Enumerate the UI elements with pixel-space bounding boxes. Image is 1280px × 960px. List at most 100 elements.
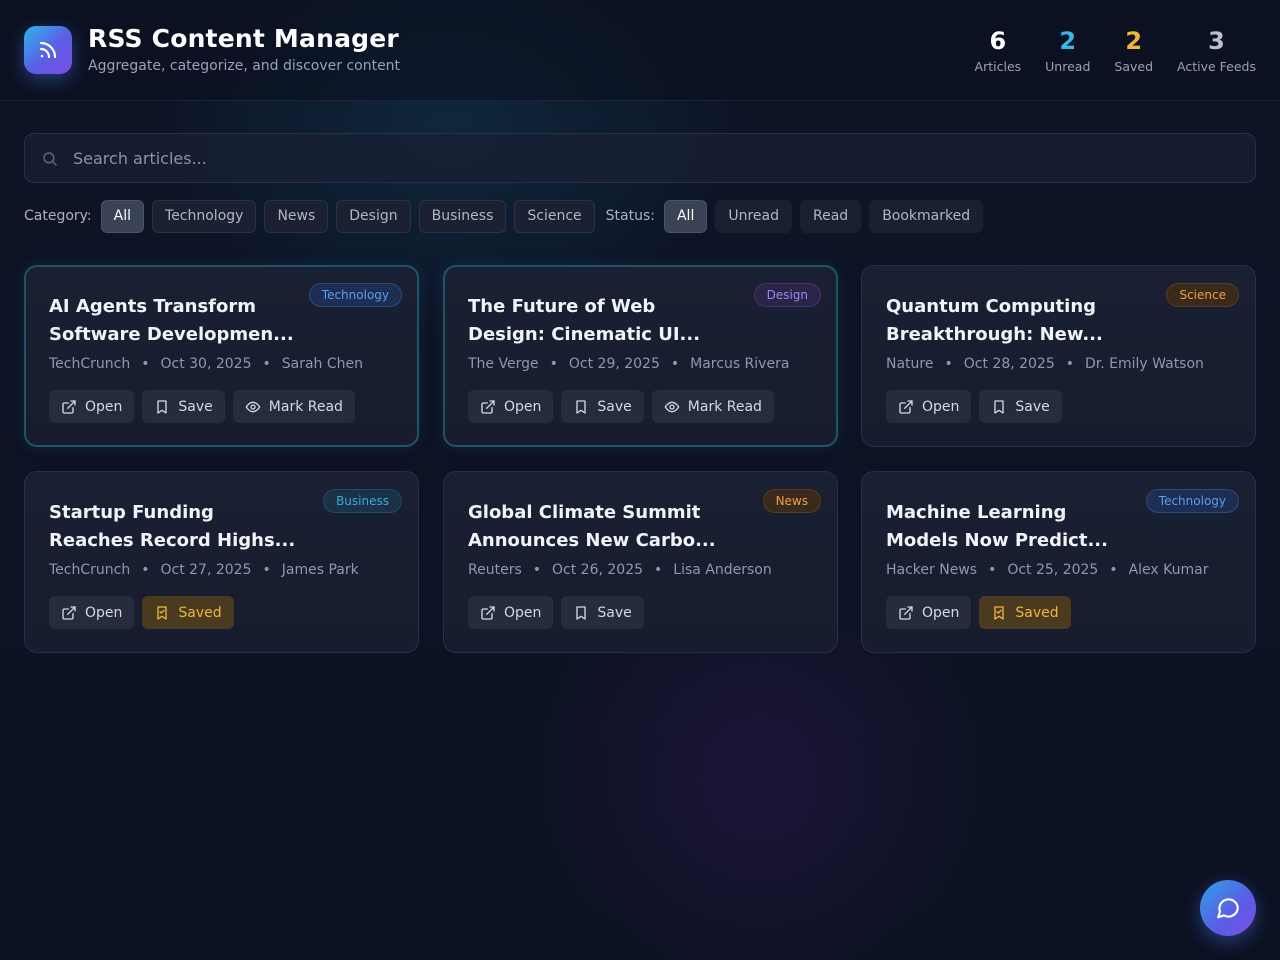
open-button[interactable]: Open (886, 390, 972, 423)
status-chip-bookmarked[interactable]: Bookmarked (869, 199, 984, 233)
article-title: Startup Funding Reaches Record Highs... (49, 499, 309, 555)
save-button[interactable]: Save (561, 596, 644, 629)
article-actions: Open Save Mark Read (468, 390, 774, 423)
category-badge: News (762, 489, 821, 513)
open-button[interactable]: Open (49, 390, 135, 423)
search-bar (24, 133, 1256, 183)
article-title-line: Reaches Record Highs... (49, 530, 296, 551)
bookmark-icon (576, 399, 587, 414)
article-card[interactable]: Quantum Computing Breakthrough: New... S… (861, 265, 1256, 447)
rss-icon (39, 41, 57, 59)
article-card[interactable]: Startup Funding Reaches Record Highs... … (24, 471, 419, 653)
eye-icon (245, 401, 261, 412)
chat-button[interactable] (1200, 880, 1256, 936)
article-title: Quantum Computing Breakthrough: New... (886, 293, 1146, 349)
article-meta: Nature • Oct 28, 2025 • Dr. Emily Watson (886, 356, 1204, 372)
stat-label: Saved (1114, 59, 1154, 74)
category-badge: Technology (308, 283, 402, 307)
article-title-line: Design: Cinematic UI... (468, 324, 701, 345)
article-source: TechCrunch (49, 356, 131, 372)
article-card[interactable]: AI Agents Transform Software Developmen.… (24, 265, 419, 447)
article-title-line: The Future of Web (468, 296, 656, 317)
app-title: RSS Content Manager (88, 24, 399, 53)
save-button-label: Save (178, 398, 213, 415)
bookmark-icon (576, 605, 587, 620)
app-logo (24, 26, 72, 74)
status-chip-read[interactable]: Read (800, 199, 862, 233)
stat-articles: 6 Articles (975, 26, 1022, 74)
stat-label: Unread (1045, 59, 1091, 74)
article-card[interactable]: Machine Learning Models Now Predict... T… (861, 471, 1256, 653)
article-author: Lisa Anderson (673, 562, 772, 578)
article-author: James Park (281, 562, 359, 578)
article-source: TechCrunch (49, 562, 131, 578)
open-button-label: Open (504, 398, 542, 415)
category-chip-news[interactable]: News (264, 199, 329, 233)
open-button-label: Open (922, 398, 960, 415)
stat-active-feeds: 3 Active Feeds (1177, 26, 1256, 74)
save-button-label: Save (1015, 398, 1050, 415)
article-card[interactable]: The Future of Web Design: Cinematic UI..… (443, 265, 838, 447)
article-author: Marcus Rivera (690, 356, 790, 372)
external-link-icon (899, 605, 913, 620)
category-badge: Business (323, 489, 402, 513)
article-source: Reuters (468, 562, 522, 578)
category-chip-all[interactable]: All (100, 199, 145, 233)
article-author: Dr. Emily Watson (1085, 356, 1204, 372)
category-chip-business[interactable]: Business (418, 199, 507, 233)
article-source: Hacker News (886, 562, 978, 578)
article-title-line: Startup Funding (49, 502, 214, 523)
open-button-label: Open (922, 604, 960, 621)
article-meta: Hacker News • Oct 25, 2025 • Alex Kumar (886, 562, 1209, 578)
category-chip-design[interactable]: Design (336, 199, 411, 233)
article-meta: Reuters • Oct 26, 2025 • Lisa Anderson (468, 562, 772, 578)
stats-panel: 6 Articles 2 Unread 2 Saved 3 Active Fee… (975, 26, 1256, 74)
status-chip-all[interactable]: All (663, 199, 708, 233)
article-date: Oct 28, 2025 (963, 356, 1055, 372)
eye-icon (664, 401, 680, 412)
chat-bubble-icon (1217, 898, 1239, 919)
saved-button[interactable]: Saved (142, 596, 234, 629)
article-actions: Open Saved (886, 596, 1071, 629)
saved-button[interactable]: Saved (979, 596, 1071, 629)
article-title-line: Models Now Predict... (886, 530, 1108, 551)
article-date: Oct 30, 2025 (160, 356, 252, 372)
mark-read-button[interactable]: Mark Read (651, 390, 774, 423)
status-filter-label: Status: (605, 208, 655, 224)
external-link-icon (481, 605, 495, 620)
article-author: Sarah Chen (281, 356, 364, 372)
article-card[interactable]: Global Climate Summit Announces New Carb… (443, 471, 838, 653)
save-button[interactable]: Save (561, 390, 644, 423)
external-link-icon (481, 399, 495, 414)
search-input[interactable] (73, 134, 1243, 182)
stat-value: 6 (989, 27, 1007, 55)
open-button[interactable]: Open (886, 596, 972, 629)
article-date: Oct 27, 2025 (160, 562, 252, 578)
open-button[interactable]: Open (468, 390, 554, 423)
article-actions: Open Saved (49, 596, 234, 629)
article-meta: TechCrunch • Oct 30, 2025 • Sarah Chen (49, 356, 364, 372)
mark-read-button-label: Mark Read (687, 398, 762, 415)
save-button[interactable]: Save (142, 390, 225, 423)
article-title-line: Software Developmen... (49, 324, 294, 345)
category-badge: Design (753, 283, 821, 307)
save-button-label: Save (597, 398, 632, 415)
mark-read-button[interactable]: Mark Read (232, 390, 355, 423)
save-button[interactable]: Save (979, 390, 1062, 423)
category-chip-science[interactable]: Science (514, 199, 595, 233)
status-chip-unread[interactable]: Unread (715, 199, 792, 233)
article-actions: Open Save (468, 596, 644, 629)
open-button[interactable]: Open (468, 596, 554, 629)
category-badge: Technology (1145, 489, 1239, 513)
article-title-line: Announces New Carbo... (468, 530, 716, 551)
article-date: Oct 26, 2025 (552, 562, 644, 578)
open-button[interactable]: Open (49, 596, 135, 629)
article-date: Oct 29, 2025 (568, 356, 660, 372)
article-actions: Open Save Mark Read (49, 390, 355, 423)
category-chip-technology[interactable]: Technology (152, 199, 257, 233)
stat-unread: 2 Unread (1045, 26, 1090, 74)
external-link-icon (62, 399, 76, 414)
stat-value: 2 (1125, 27, 1143, 55)
article-actions: Open Save (886, 390, 1062, 423)
article-title-line: Global Climate Summit (468, 502, 701, 523)
